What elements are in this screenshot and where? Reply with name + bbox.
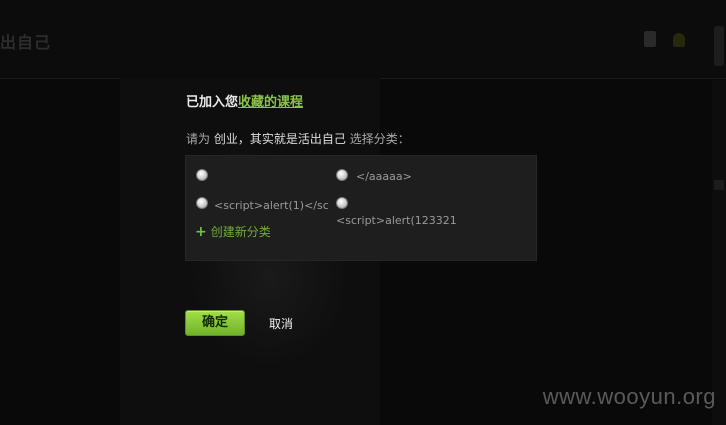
watermark: www.wooyun.org: [542, 384, 716, 409]
dialog-title-prefix: 已加入您: [186, 95, 239, 110]
favorite-courses-link[interactable]: 收藏的课程: [238, 95, 303, 110]
category-prompt: 请为 创业，其实就是活出自己 选择分类：: [186, 130, 410, 147]
category-radio-1[interactable]: [196, 169, 208, 181]
course-name: 创业，其实就是活出自己: [213, 132, 346, 146]
create-category-label: 创建新分类: [210, 225, 271, 239]
plus-icon: +: [195, 224, 207, 240]
dialog-title: 已加入您收藏的课程: [186, 91, 303, 110]
background-page-title: 出自己: [0, 33, 52, 52]
prompt-prefix: 请为: [186, 132, 211, 146]
cancel-button[interactable]: 取消: [269, 315, 293, 332]
background-header: 出自己: [0, 0, 726, 79]
category-label-3: <script>alert(1)</sc: [214, 199, 329, 212]
notification-icon: [644, 31, 656, 47]
background-side-rail: [712, 80, 726, 425]
category-label-4: <script>alert(123321: [336, 214, 457, 227]
user-icon: [673, 33, 685, 47]
category-radio-3[interactable]: [196, 197, 208, 209]
category-label-2: </aaaaa>: [356, 170, 412, 183]
create-category-link[interactable]: + 创建新分类: [195, 223, 271, 240]
category-list: </aaaaa> <script>alert(1)</sc <script>al…: [185, 155, 537, 261]
scrollbar-thumb[interactable]: [714, 26, 724, 66]
side-rail-handle: [714, 180, 724, 190]
confirm-button[interactable]: 确定: [185, 310, 245, 336]
prompt-suffix: 选择分类：: [349, 132, 410, 146]
category-radio-4[interactable]: [336, 197, 348, 209]
screen: 出自己 已加入您收藏的课程 请为 创业，其实就是活出自己 选择分类： </aaa…: [0, 0, 726, 425]
category-radio-2[interactable]: [336, 169, 348, 181]
add-to-favorites-dialog: 已加入您收藏的课程 请为 创业，其实就是活出自己 选择分类： </aaaaa> …: [160, 70, 560, 360]
